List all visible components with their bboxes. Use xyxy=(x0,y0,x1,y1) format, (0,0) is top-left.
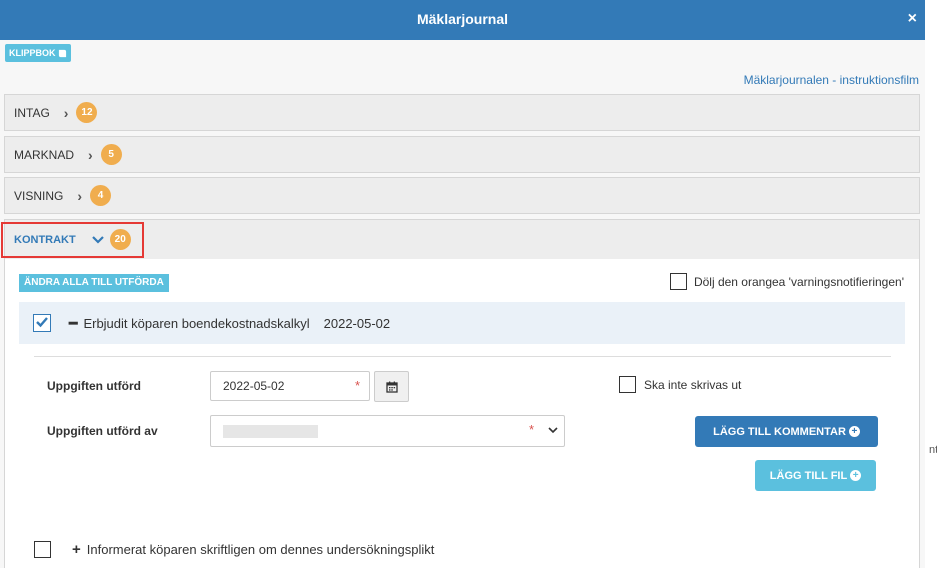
completed-by-label: Uppgiften utförd av xyxy=(47,424,158,438)
redacted-value xyxy=(223,425,318,438)
calendar-button[interactable] xyxy=(374,371,409,402)
plus-icon[interactable]: + xyxy=(72,541,81,558)
minus-icon[interactable]: ━ xyxy=(69,315,77,332)
completed-date-label: Uppgiften utförd xyxy=(47,379,141,393)
count-badge: 12 xyxy=(76,102,98,123)
section-label: INTAG xyxy=(14,105,50,120)
add-file-button[interactable]: LÄGG TILL FIL + xyxy=(755,460,876,491)
task-checkbox-checked[interactable] xyxy=(33,314,51,332)
hide-warning-option[interactable]: Dölj den orangea 'varningsnotifieringen' xyxy=(669,273,904,290)
calendar-icon xyxy=(385,381,398,393)
highlight-annotation xyxy=(1,222,144,258)
hide-warning-label: Dölj den orangea 'varningsnotifieringen' xyxy=(693,274,904,289)
close-icon[interactable]: × xyxy=(908,10,917,28)
task-title: Erbjudit köparen boendekostnadskalkyl xyxy=(83,315,310,331)
klippbok-label: KLIPPBOK xyxy=(9,48,56,58)
caret-down-icon xyxy=(548,427,558,434)
instruction-film-link[interactable]: Mäklarjournalen - instruktionsfilm xyxy=(744,73,919,87)
mark-all-done-button[interactable]: ÄNDRA ALLA TILL UTFÖRDA xyxy=(19,274,169,292)
task-title: Informerat köparen skriftligen om dennes… xyxy=(86,541,435,557)
plus-circle-icon: + xyxy=(850,470,862,481)
count-badge: 5 xyxy=(100,144,122,165)
required-marker: * xyxy=(355,378,361,393)
task-checkbox[interactable] xyxy=(34,540,51,558)
section-label: VISNING xyxy=(14,188,64,203)
section-label: MARKNAD xyxy=(14,147,75,162)
completed-by-select[interactable]: * xyxy=(210,415,565,447)
divider xyxy=(34,356,891,357)
task-row-expanded[interactable]: ━ Erbjudit köparen boendekostnadskalkyl … xyxy=(19,302,905,344)
background-text-fragment: nt xyxy=(929,444,937,456)
dialog-title: Mäklarjournal xyxy=(416,11,509,27)
no-print-checkbox[interactable] xyxy=(619,376,636,393)
required-marker: * xyxy=(529,422,535,437)
task-date: 2022-05-02 xyxy=(323,315,391,331)
section-visning[interactable]: VISNING › 4 xyxy=(4,177,920,214)
background-page: nt xyxy=(925,0,937,568)
count-badge: 4 xyxy=(90,185,112,206)
maklarjournal-dialog: Mäklarjournal × KLIPPBOK Mäklarjournalen… xyxy=(0,0,925,568)
plus-circle-icon: + xyxy=(848,426,860,437)
add-comment-label: LÄGG TILL KOMMENTAR xyxy=(713,425,846,438)
task-row-collapsed[interactable]: + Informerat köparen skriftligen om denn… xyxy=(19,530,905,568)
klippbok-button[interactable]: KLIPPBOK xyxy=(5,44,71,62)
no-print-label: Ska inte skrivas ut xyxy=(644,377,742,392)
completed-date-input[interactable]: 2022-05-02 xyxy=(210,371,370,401)
add-comment-button[interactable]: LÄGG TILL KOMMENTAR + xyxy=(695,416,878,447)
check-icon xyxy=(36,317,48,328)
add-file-label: LÄGG TILL FIL xyxy=(769,469,848,482)
kontrakt-content: ÄNDRA ALLA TILL UTFÖRDA Dölj den orangea… xyxy=(4,259,920,568)
dialog-header: Mäklarjournal × xyxy=(0,0,925,40)
chevron-right-icon: › xyxy=(88,146,93,163)
chevron-right-icon: › xyxy=(77,187,83,204)
section-marknad[interactable]: MARKNAD › 5 xyxy=(4,136,920,173)
hide-warning-checkbox[interactable] xyxy=(669,273,687,290)
no-print-option[interactable]: Ska inte skrivas ut xyxy=(619,376,741,393)
chevron-right-icon: › xyxy=(63,104,69,121)
book-icon xyxy=(58,49,66,57)
section-intag[interactable]: INTAG › 12 xyxy=(4,94,920,131)
